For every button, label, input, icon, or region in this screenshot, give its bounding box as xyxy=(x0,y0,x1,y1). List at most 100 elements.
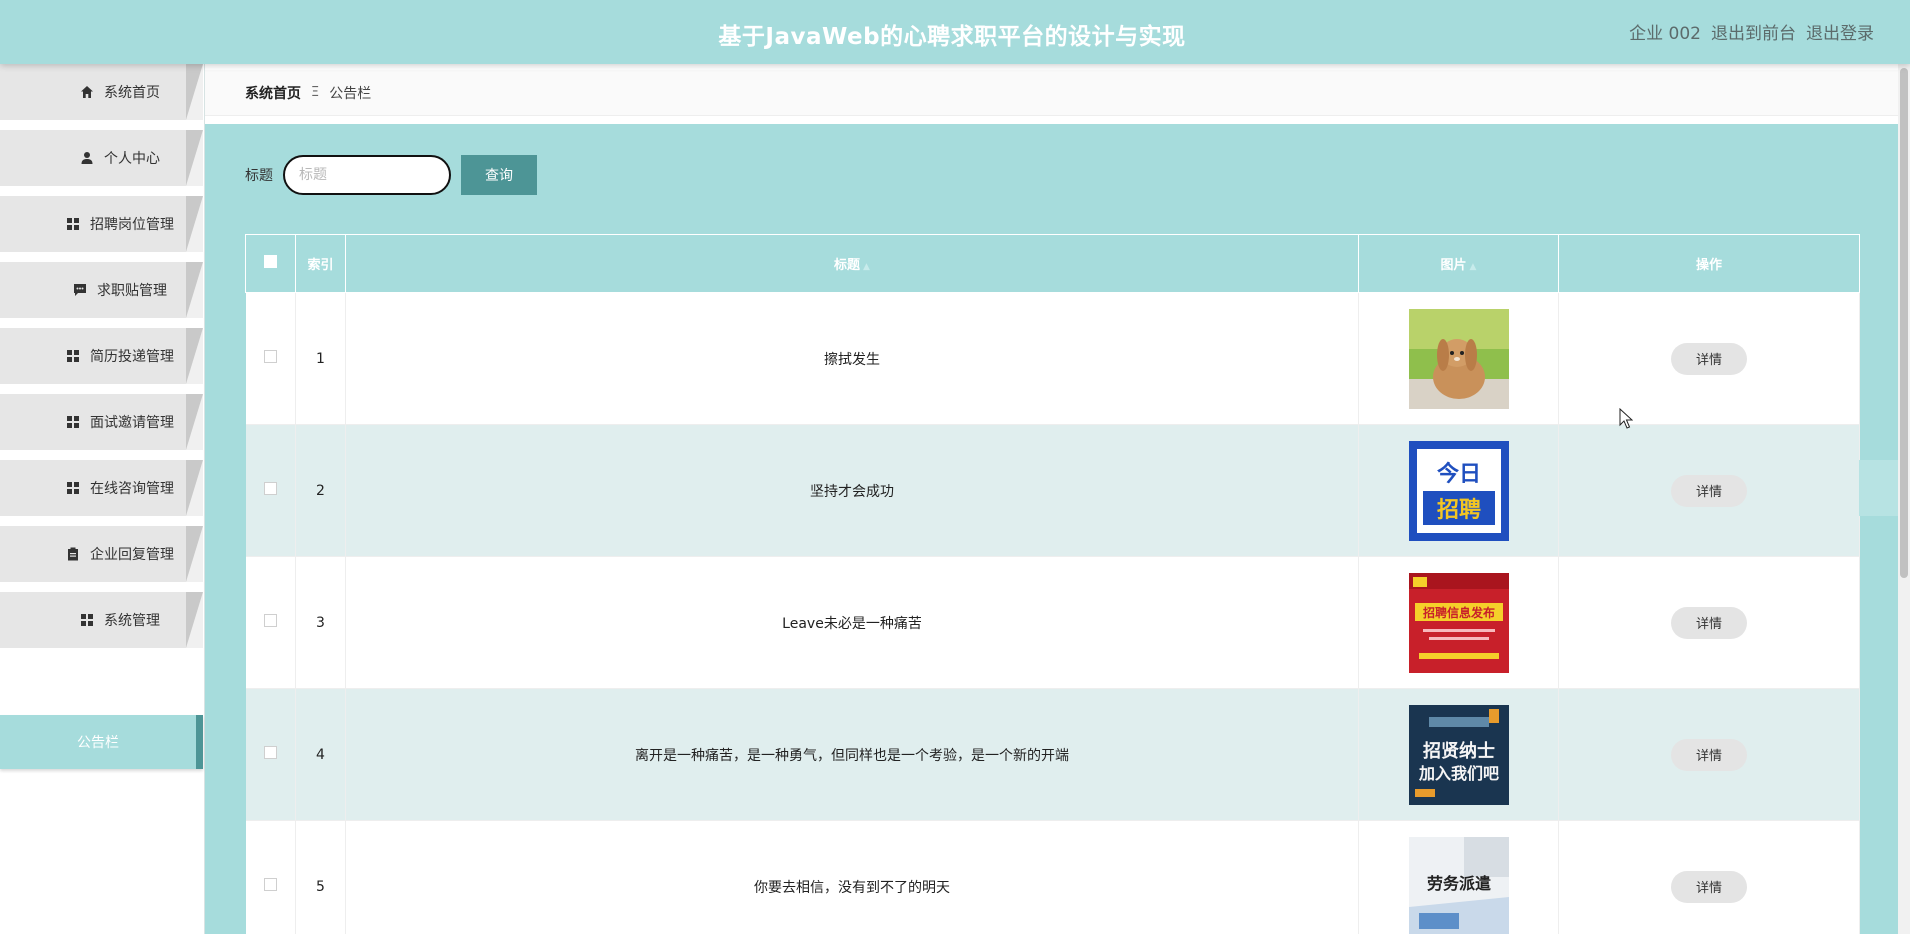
menu-item-content: 招聘岗位管理 xyxy=(0,196,240,252)
table-edge-shadow xyxy=(1859,460,1898,516)
notice-table-wrapper: 索引 标题 ▲ 图片 ▲ 操作 1 擦拭发生 详情 2 坚持才会成功 今日 招聘 详情 3 Leave… xyxy=(245,234,1898,934)
sidebar-item-label: 面试邀请管理 xyxy=(90,415,174,431)
header-user-area: 企业 002 退出到前台 退出登录 xyxy=(1629,19,1874,44)
svg-text:招聘信息发布: 招聘信息发布 xyxy=(1422,605,1494,620)
row-checkbox[interactable] xyxy=(263,746,277,759)
sidebar-item-label: 个人中心 xyxy=(104,151,160,167)
row-select-cell xyxy=(245,556,296,689)
sidebar-item-label: 求职贴管理 xyxy=(97,283,167,299)
search-input[interactable] xyxy=(283,155,451,195)
recruit-poster-blue: 今日 招聘 xyxy=(1408,440,1509,541)
sidebar-item-1[interactable]: 系统首页 xyxy=(0,64,203,120)
table-row: 5 你要去相信，没有到不了的明天 劳务派遣 详情 xyxy=(245,820,1860,934)
sidebar-item-4[interactable]: 求职贴管理 xyxy=(0,262,203,318)
grid-icon xyxy=(66,349,80,363)
row-title: 坚持才会成功 xyxy=(345,424,1359,557)
menu-item-content: 求职贴管理 xyxy=(0,262,240,318)
row-select-cell xyxy=(245,820,296,934)
clipboard-icon xyxy=(66,547,80,561)
row-image-cell xyxy=(1358,292,1559,425)
home-icon xyxy=(80,85,94,99)
menu-item-content: 系统管理 xyxy=(0,592,240,648)
row-title: 离开是一种痛苦，是一种勇气，但同样也是一个考验，是一个新的开端 xyxy=(345,688,1359,821)
sidebar-item-label: 系统首页 xyxy=(104,85,160,101)
search-bar: 标题 查询 xyxy=(245,155,537,195)
detail-button[interactable]: 详情 xyxy=(1671,870,1747,903)
row-checkbox[interactable] xyxy=(263,350,277,363)
row-select-cell xyxy=(245,688,296,821)
sidebar-item-label: 在线咨询管理 xyxy=(90,481,174,497)
svg-text:今日: 今日 xyxy=(1436,461,1480,487)
row-checkbox[interactable] xyxy=(263,482,277,495)
logout-link[interactable]: 退出登录 xyxy=(1806,19,1874,44)
menu-item-content: 系统首页 xyxy=(0,64,240,120)
menu-item-content: 企业回复管理 xyxy=(0,526,240,582)
app-title: 基于JavaWeb的心聘求职平台的设计与实现 xyxy=(718,24,1186,50)
sidebar-item-6[interactable]: 面试邀请管理 xyxy=(0,394,203,450)
row-action-cell: 详情 xyxy=(1558,820,1860,934)
row-checkbox[interactable] xyxy=(263,878,277,891)
column-header-image[interactable]: 图片 ▲ xyxy=(1358,234,1559,293)
svg-text:招贤纳士: 招贤纳士 xyxy=(1423,740,1495,762)
menu-item-content: 简历投递管理 xyxy=(0,328,240,384)
row-image-cell: 招贤纳士 加入我们吧 xyxy=(1358,688,1559,821)
row-title: 擦拭发生 xyxy=(345,292,1359,425)
sidebar-item-7[interactable]: 在线咨询管理 xyxy=(0,460,203,516)
grid-icon xyxy=(66,415,80,429)
sidebar-item-label: 招聘岗位管理 xyxy=(90,217,174,233)
row-action-cell: 详情 xyxy=(1558,424,1860,557)
search-button[interactable]: 查询 xyxy=(461,155,537,195)
svg-text:劳务派遣: 劳务派遣 xyxy=(1426,874,1490,893)
search-label: 标题 xyxy=(245,168,273,184)
detail-button[interactable]: 详情 xyxy=(1671,738,1747,771)
grid-icon xyxy=(66,217,80,231)
row-action-cell: 详情 xyxy=(1558,556,1860,689)
user-icon xyxy=(80,151,94,165)
column-header-title[interactable]: 标题 ▲ xyxy=(345,234,1359,293)
sidebar-item-5[interactable]: 简历投递管理 xyxy=(0,328,203,384)
row-image-cell: 招聘信息发布 xyxy=(1358,556,1559,689)
row-select-cell xyxy=(245,424,296,557)
table-header-row: 索引 标题 ▲ 图片 ▲ 操作 xyxy=(245,234,1860,293)
sort-icon[interactable]: ▲ xyxy=(863,262,870,272)
table-row: 1 擦拭发生 详情 xyxy=(245,292,1860,425)
svg-text:招聘: 招聘 xyxy=(1436,498,1480,523)
menu-item-content: 个人中心 xyxy=(0,130,240,186)
sidebar-item-9[interactable]: 系统管理 xyxy=(0,592,203,648)
breadcrumb-home[interactable]: 系统首页 xyxy=(245,83,301,103)
sidebar-item-2[interactable]: 个人中心 xyxy=(0,130,203,186)
grid-icon xyxy=(66,481,80,495)
select-all-checkbox[interactable] xyxy=(264,255,277,268)
sidebar-item-3[interactable]: 招聘岗位管理 xyxy=(0,196,203,252)
row-checkbox[interactable] xyxy=(263,614,277,627)
current-user: 企业 002 xyxy=(1629,24,1701,44)
row-action-cell: 详情 xyxy=(1558,688,1860,821)
top-header: 基于JavaWeb的心聘求职平台的设计与实现 企业 002 退出到前台 退出登录 xyxy=(0,0,1910,64)
sort-icon[interactable]: ▲ xyxy=(1470,262,1477,272)
sidebar: 系统首页个人中心招聘岗位管理 求职贴管理简历投递管理 面试邀请管理 在线咨询管理企业回… xyxy=(0,64,205,934)
row-index: 4 xyxy=(295,688,346,821)
breadcrumb-separator: Ξ xyxy=(311,85,320,100)
row-title: 你要去相信，没有到不了的明天 xyxy=(345,820,1359,934)
sidebar-subitem-label: 公告栏 xyxy=(77,735,119,751)
row-action-cell: 详情 xyxy=(1558,292,1860,425)
select-all-cell xyxy=(245,234,296,293)
detail-button[interactable]: 详情 xyxy=(1671,606,1747,639)
page-scrollbar[interactable] xyxy=(1898,0,1910,934)
row-index: 5 xyxy=(295,820,346,934)
table-row: 4 离开是一种痛苦，是一种勇气，但同样也是一个考验，是一个新的开端 招贤纳士 加入我们… xyxy=(245,688,1860,821)
mouse-cursor-icon xyxy=(1619,408,1633,429)
exit-to-front-link[interactable]: 退出到前台 xyxy=(1711,19,1796,44)
detail-button[interactable]: 详情 xyxy=(1671,474,1747,507)
sidebar-item-label: 系统管理 xyxy=(104,613,160,629)
row-select-cell xyxy=(245,292,296,425)
scrollbar-thumb[interactable] xyxy=(1900,68,1908,578)
grid-icon xyxy=(80,613,94,627)
sidebar-item-label: 简历投递管理 xyxy=(90,349,174,365)
row-index: 3 xyxy=(295,556,346,689)
sidebar-subitem-notice-board[interactable]: 公告栏 xyxy=(0,715,203,769)
detail-button[interactable]: 详情 xyxy=(1671,342,1747,375)
row-index: 2 xyxy=(295,424,346,557)
sidebar-item-8[interactable]: 企业回复管理 xyxy=(0,526,203,582)
recruit-poster-red: 招聘信息发布 xyxy=(1408,572,1509,673)
